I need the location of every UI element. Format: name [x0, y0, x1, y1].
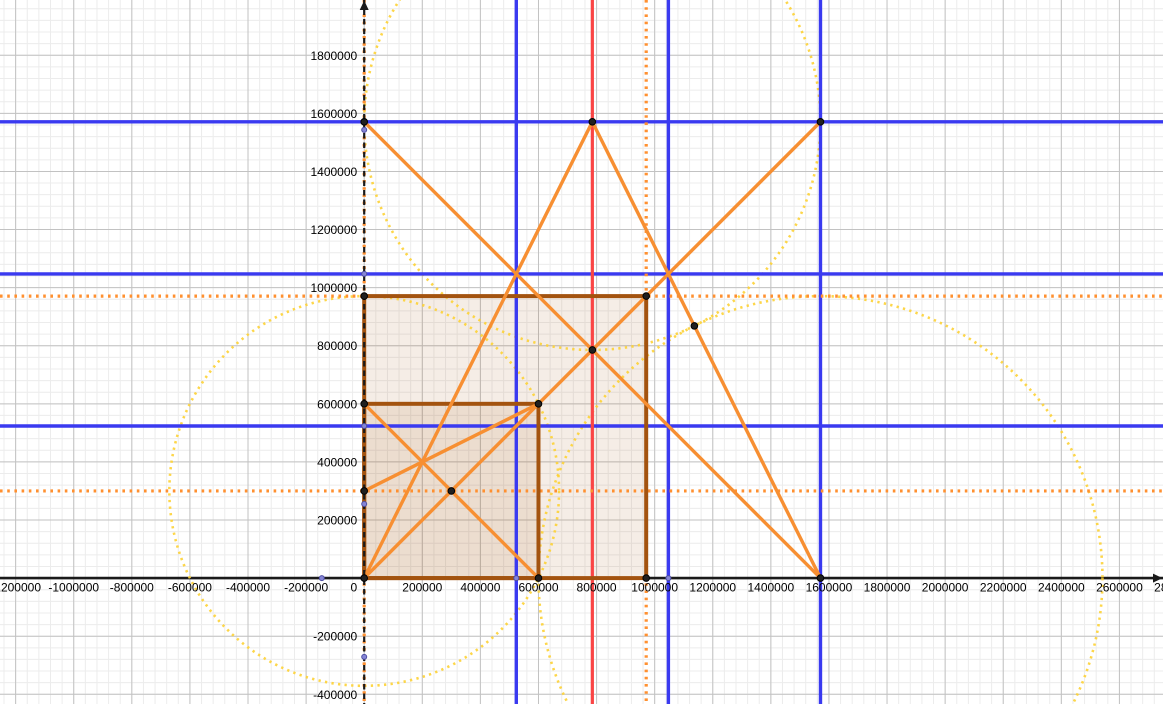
- x-tick-label: -800000: [110, 581, 154, 595]
- y-tick-label: -400000: [313, 688, 357, 702]
- coordinate-plane[interactable]: -1200000 -1000000 -800000 -600000 -400000 -20…: [0, 0, 1163, 704]
- auxiliary-point[interactable]: [362, 654, 367, 659]
- x-tick-label: 1200000: [689, 581, 736, 595]
- x-tick-label: 2000000: [922, 581, 969, 595]
- y-tick-label: 600000: [317, 397, 357, 411]
- x-tick-label: 1400000: [747, 581, 794, 595]
- y-tick-label: 800000: [317, 339, 357, 353]
- x-tick-label: 2200000: [980, 581, 1027, 595]
- x-tick-label: 800000: [577, 581, 617, 595]
- construction-point[interactable]: [691, 323, 698, 330]
- origin-label: 0: [351, 581, 358, 595]
- auxiliary-point[interactable]: [362, 502, 367, 507]
- x-tick-label: 1000000: [631, 581, 678, 595]
- x-tick-label: 2400000: [1038, 581, 1085, 595]
- y-tick-label: 1000000: [310, 281, 357, 295]
- x-tick-label: -400000: [226, 581, 270, 595]
- x-tick-label: 600000: [518, 581, 558, 595]
- construction-point[interactable]: [643, 293, 650, 300]
- auxiliary-point[interactable]: [362, 424, 367, 429]
- auxiliary-point[interactable]: [362, 127, 367, 132]
- construction-point[interactable]: [589, 119, 596, 126]
- y-tick-label: -200000: [313, 630, 357, 644]
- construction-point[interactable]: [361, 401, 368, 408]
- construction-point[interactable]: [361, 488, 368, 495]
- x-tick-label: -200000: [284, 581, 328, 595]
- x-tick-label: -1000000: [48, 581, 99, 595]
- y-tick-label: 1200000: [310, 223, 357, 237]
- y-tick-label: 200000: [317, 514, 357, 528]
- y-tick-label: 1800000: [310, 49, 357, 63]
- x-tick-label: -1200000: [0, 581, 41, 595]
- x-tick-label: 2800000: [1154, 581, 1163, 595]
- x-tick-label: 400000: [460, 581, 500, 595]
- x-tick-label: 1600000: [806, 581, 853, 595]
- construction-point[interactable]: [361, 293, 368, 300]
- x-tick-label: 2600000: [1096, 581, 1143, 595]
- construction-point[interactable]: [361, 119, 368, 126]
- y-tick-label: 1400000: [310, 165, 357, 179]
- construction-point[interactable]: [817, 119, 824, 126]
- construction-point[interactable]: [448, 488, 455, 495]
- x-tick-label: 200000: [402, 581, 442, 595]
- y-tick-label: 400000: [317, 455, 357, 469]
- x-tick-label: -600000: [168, 581, 212, 595]
- construction-point[interactable]: [361, 575, 368, 582]
- auxiliary-point[interactable]: [362, 271, 367, 276]
- graphics-view[interactable]: -1200000 -1000000 -800000 -600000 -400000 -20…: [0, 0, 1163, 704]
- construction-point[interactable]: [535, 401, 542, 408]
- construction-point[interactable]: [589, 347, 596, 354]
- x-tick-label: 1800000: [864, 581, 911, 595]
- y-tick-label: 1600000: [310, 107, 357, 121]
